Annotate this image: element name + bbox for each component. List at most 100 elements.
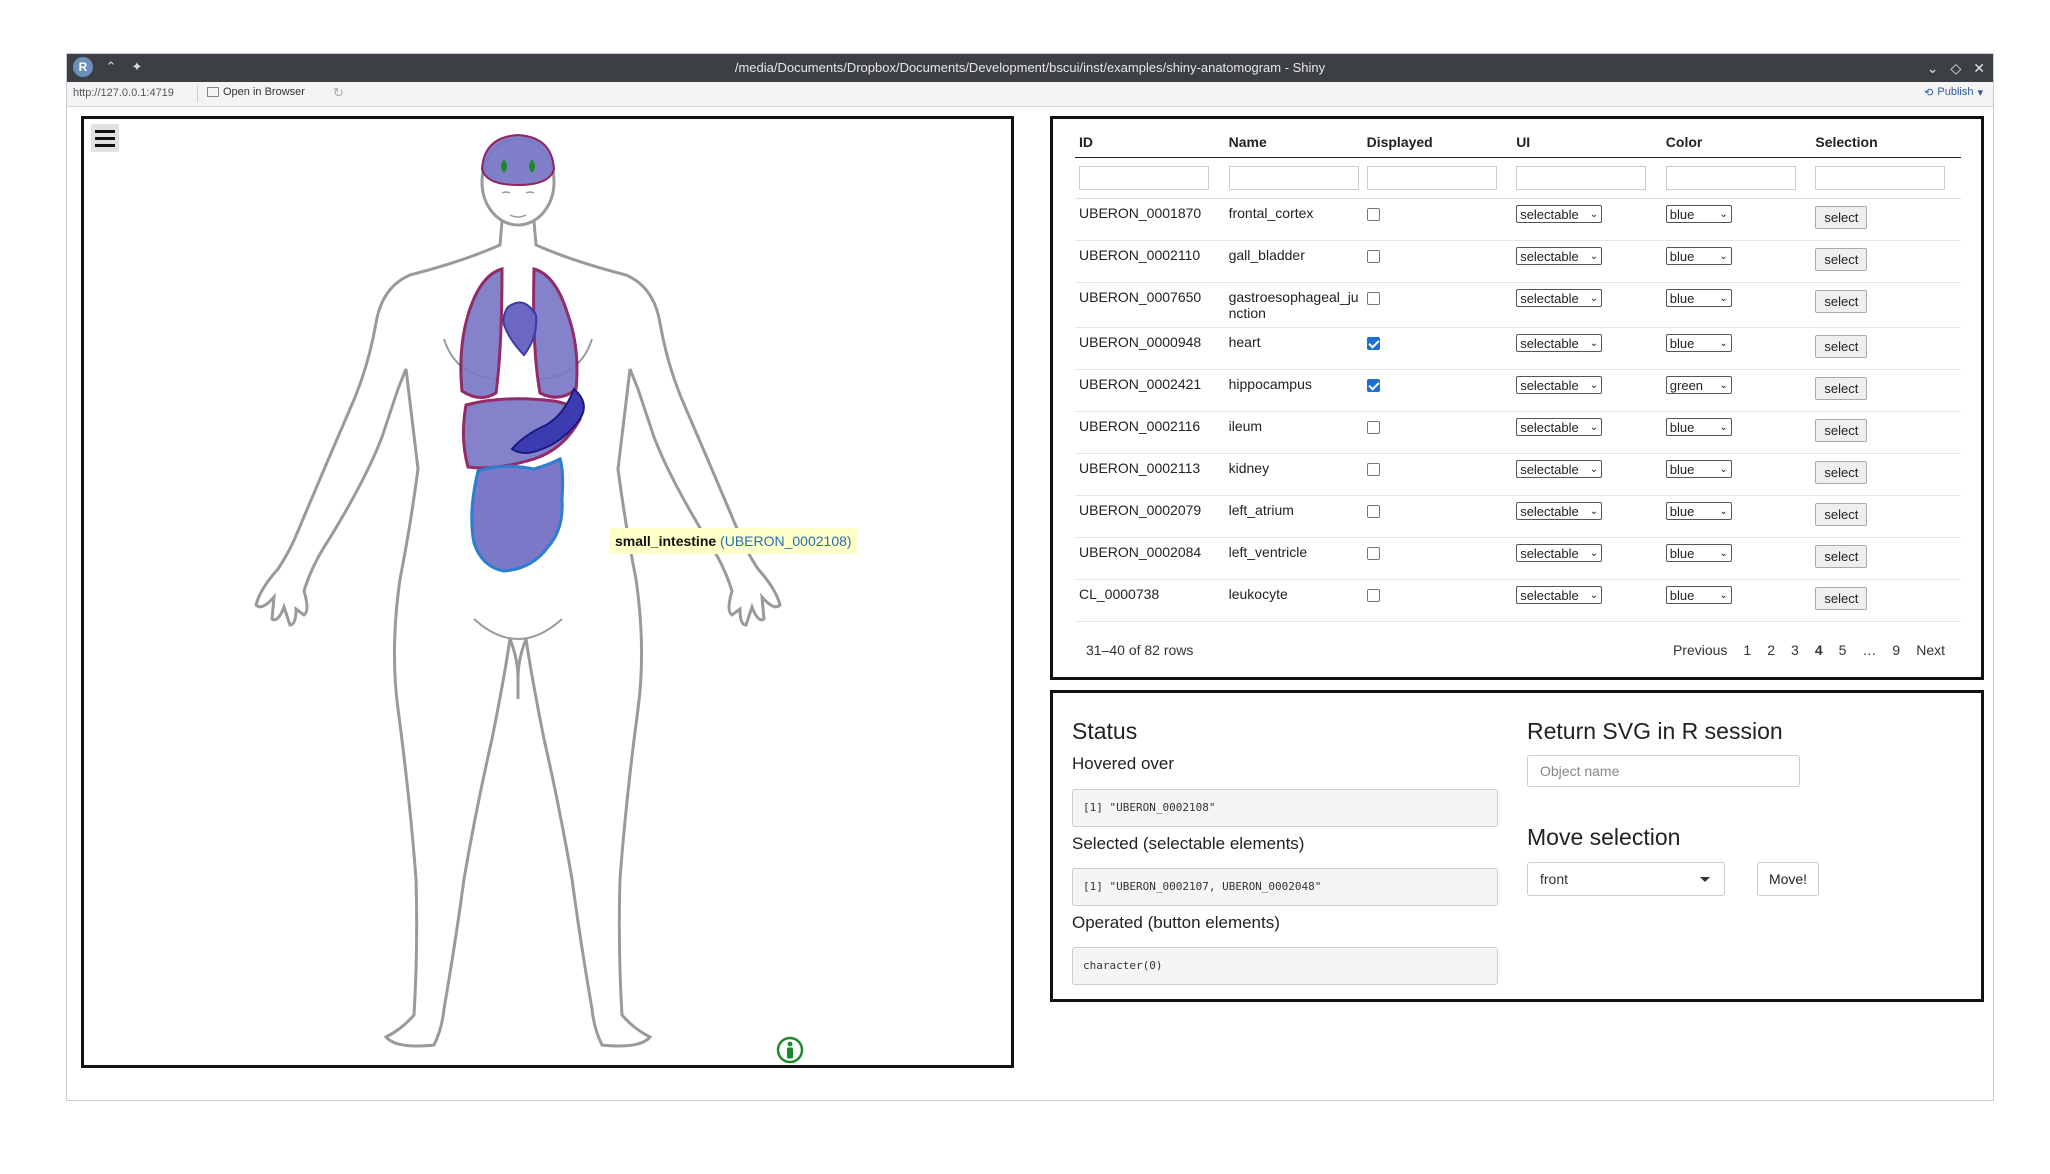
color-select[interactable]: green ⌄ bbox=[1665, 376, 1732, 394]
right-lung-organ[interactable] bbox=[459, 267, 504, 399]
displayed-checkbox[interactable] bbox=[1366, 547, 1380, 560]
select-button[interactable]: select bbox=[1815, 503, 1868, 526]
ui-select[interactable]: selectable ⌄ bbox=[1516, 586, 1603, 604]
select-button[interactable]: select bbox=[1815, 377, 1868, 400]
ui-select[interactable]: selectable ⌄ bbox=[1516, 247, 1603, 265]
ui-select[interactable]: selectable ⌄ bbox=[1516, 289, 1603, 307]
displayed-checkbox[interactable] bbox=[1366, 463, 1380, 476]
pager-page-9[interactable]: 9 bbox=[1884, 642, 1908, 658]
pager-page-3[interactable]: 3 bbox=[1783, 642, 1807, 658]
anatomogram-svg bbox=[254, 133, 782, 1048]
filter-input-name[interactable] bbox=[1228, 166, 1359, 190]
refresh-icon[interactable]: ↻ bbox=[333, 85, 344, 101]
row-name: left_atrium bbox=[1224, 495, 1363, 538]
ui-select[interactable]: selectable ⌄ bbox=[1516, 502, 1603, 520]
select-button[interactable]: select bbox=[1815, 587, 1868, 610]
column-header-id[interactable]: ID bbox=[1075, 127, 1225, 158]
row-ui: selectable ⌄ bbox=[1512, 240, 1662, 283]
tooltip-organ-id: (UBERON_0002108) bbox=[720, 533, 852, 549]
move-button[interactable]: Move! bbox=[1757, 862, 1819, 896]
selected-label: Selected (selectable elements) bbox=[1072, 834, 1305, 853]
color-select[interactable]: blue ⌄ bbox=[1665, 205, 1732, 223]
color-select-value: blue bbox=[1669, 503, 1695, 519]
ui-select[interactable]: selectable ⌄ bbox=[1516, 544, 1603, 562]
pager-page-1[interactable]: 1 bbox=[1735, 642, 1759, 658]
move-selection-dropdown[interactable]: front bbox=[1527, 862, 1725, 896]
open-in-browser-button[interactable]: Open in Browser bbox=[207, 86, 305, 98]
displayed-checkbox[interactable] bbox=[1366, 250, 1380, 263]
select-button[interactable]: select bbox=[1815, 419, 1868, 442]
hover-tooltip: small_intestine (UBERON_0002108) bbox=[609, 528, 858, 554]
color-select[interactable]: blue ⌄ bbox=[1665, 544, 1732, 562]
row-id: UBERON_0002421 bbox=[1075, 369, 1225, 412]
filter-input-ui[interactable] bbox=[1516, 166, 1647, 190]
ui-select[interactable]: selectable ⌄ bbox=[1516, 460, 1603, 478]
color-select[interactable]: blue ⌄ bbox=[1665, 289, 1732, 307]
object-name-input[interactable]: Object name bbox=[1527, 755, 1800, 787]
title-bar: R ⌃ ✦ /media/Documents/Dropbox/Documents… bbox=[67, 54, 1993, 82]
select-button[interactable]: select bbox=[1815, 206, 1868, 229]
filter-input-displayed[interactable] bbox=[1366, 166, 1497, 190]
select-button[interactable]: select bbox=[1815, 461, 1868, 484]
displayed-checkbox[interactable] bbox=[1366, 208, 1380, 221]
maximize-icon[interactable]: ◇ bbox=[1950, 54, 1961, 82]
row-displayed bbox=[1362, 453, 1513, 496]
displayed-checkbox[interactable] bbox=[1366, 505, 1380, 518]
color-select-value: blue bbox=[1669, 545, 1695, 561]
table-row: UBERON_0002421 hippocampus selectable ⌄ gree… bbox=[1075, 369, 1961, 412]
close-icon[interactable]: ✕ bbox=[1973, 54, 1985, 82]
ui-select[interactable]: selectable ⌄ bbox=[1516, 376, 1603, 394]
color-select[interactable]: blue ⌄ bbox=[1665, 334, 1732, 352]
color-select[interactable]: blue ⌄ bbox=[1665, 586, 1732, 604]
filter-cell bbox=[1224, 157, 1363, 199]
minimize-icon[interactable]: ⌄ bbox=[1927, 54, 1939, 82]
displayed-checkbox[interactable] bbox=[1366, 292, 1380, 305]
ui-select[interactable]: selectable ⌄ bbox=[1516, 205, 1603, 223]
row-displayed bbox=[1362, 537, 1513, 580]
window-title: /media/Documents/Dropbox/Documents/Devel… bbox=[734, 60, 1326, 75]
filter-cell bbox=[1512, 157, 1662, 199]
left-lung-organ[interactable] bbox=[532, 267, 579, 399]
filter-input-color[interactable] bbox=[1665, 166, 1796, 190]
color-select[interactable]: blue ⌄ bbox=[1665, 418, 1732, 436]
select-button[interactable]: select bbox=[1815, 545, 1868, 568]
filter-input-id[interactable] bbox=[1079, 166, 1209, 190]
ui-select[interactable]: selectable ⌄ bbox=[1516, 334, 1603, 352]
column-header-name[interactable]: Name bbox=[1224, 127, 1363, 158]
displayed-checkbox[interactable] bbox=[1366, 589, 1380, 602]
filter-input-selection[interactable] bbox=[1815, 166, 1946, 190]
color-select[interactable]: blue ⌄ bbox=[1665, 460, 1732, 478]
color-select[interactable]: blue ⌄ bbox=[1665, 502, 1732, 520]
row-color: blue ⌄ bbox=[1661, 327, 1812, 370]
pager-next-button[interactable]: Next bbox=[1908, 642, 1953, 658]
column-header-displayed[interactable]: Displayed bbox=[1362, 127, 1513, 158]
column-header-ui[interactable]: UI bbox=[1512, 127, 1662, 158]
select-button[interactable]: select bbox=[1815, 335, 1868, 358]
pager-page-2[interactable]: 2 bbox=[1759, 642, 1783, 658]
pager-page-5[interactable]: 5 bbox=[1831, 642, 1855, 658]
displayed-checkbox[interactable] bbox=[1366, 421, 1380, 434]
table-row: CL_0000738 leukocyte selectable ⌄ blue ⌄ selec… bbox=[1075, 579, 1961, 622]
heart-organ[interactable] bbox=[502, 301, 538, 357]
publish-button[interactable]: ⟲ Publish ▾ bbox=[1924, 86, 1983, 99]
row-displayed bbox=[1362, 282, 1513, 328]
ui-select[interactable]: selectable ⌄ bbox=[1516, 418, 1603, 436]
displayed-checkbox[interactable] bbox=[1366, 337, 1380, 350]
select-button[interactable]: select bbox=[1815, 248, 1868, 271]
select-button[interactable]: select bbox=[1815, 290, 1868, 313]
pager-page-4[interactable]: 4 bbox=[1807, 642, 1831, 658]
displayed-checkbox[interactable] bbox=[1366, 379, 1380, 392]
return-svg-heading: Return SVG in R session bbox=[1527, 718, 1783, 744]
brain-organ[interactable] bbox=[480, 133, 556, 187]
row-displayed bbox=[1362, 198, 1513, 241]
chevron-down-icon: ⌄ bbox=[1719, 208, 1728, 220]
column-header-selection[interactable]: Selection bbox=[1811, 127, 1961, 158]
ui-select-value: selectable bbox=[1520, 587, 1579, 603]
small-intestine-organ[interactable] bbox=[470, 456, 565, 573]
table-row: UBERON_0002079 left_atrium selectable ⌄ blue… bbox=[1075, 495, 1961, 538]
row-id: CL_0000738 bbox=[1075, 579, 1225, 622]
color-select[interactable]: blue ⌄ bbox=[1665, 247, 1732, 265]
accessibility-icon[interactable] bbox=[776, 1036, 804, 1064]
pager-previous-button[interactable]: Previous bbox=[1665, 642, 1735, 658]
column-header-color[interactable]: Color bbox=[1661, 127, 1812, 158]
